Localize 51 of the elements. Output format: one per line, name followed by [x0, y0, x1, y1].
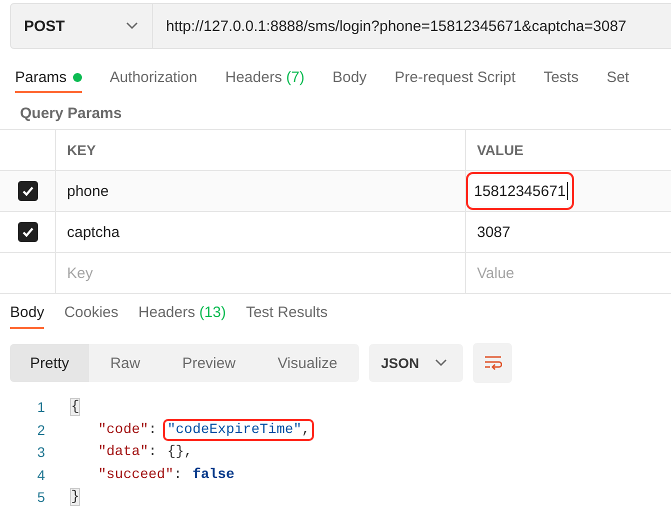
- response-tab[interactable]: Test Results: [246, 304, 328, 329]
- json-value: false: [191, 466, 236, 484]
- request-tab[interactable]: Params: [15, 65, 82, 93]
- request-tab[interactable]: Authorization: [110, 65, 198, 93]
- code-punctuation: :: [174, 466, 182, 483]
- line-number: 4: [36, 466, 46, 483]
- param-key: phone: [67, 182, 109, 200]
- value-field[interactable]: Value: [477, 264, 627, 282]
- request-tab[interactable]: Headers (7): [225, 65, 304, 93]
- wrap-lines-button[interactable]: [473, 343, 512, 383]
- key-field[interactable]: Key: [67, 264, 217, 282]
- json-key: "code": [98, 422, 148, 438]
- json-value: "codeExpireTime",: [165, 420, 312, 439]
- section-title: Query Params: [19, 104, 123, 124]
- response-tab[interactable]: Cookies: [64, 304, 118, 329]
- code-punctuation: :: [148, 422, 157, 438]
- value-field[interactable]: 15812345671: [470, 176, 570, 206]
- request-tab[interactable]: Pre-request Script: [394, 65, 516, 93]
- request-tab[interactable]: Tests: [544, 65, 579, 93]
- chevron-down-icon: [435, 359, 448, 367]
- code-brace: }: [70, 488, 80, 506]
- check-icon: [20, 225, 34, 239]
- response-tab[interactable]: Headers (13): [138, 304, 226, 329]
- code-punctuation: :: [148, 444, 157, 460]
- view-mode-tab[interactable]: Pretty: [10, 344, 90, 382]
- line-number: 1: [36, 399, 46, 416]
- param-value: 3087: [477, 224, 510, 240]
- request-tab[interactable]: Body: [332, 65, 367, 93]
- param-key: captcha: [67, 224, 120, 240]
- column-header: KEY: [67, 142, 96, 158]
- view-mode-tab[interactable]: Raw: [89, 344, 162, 382]
- view-mode-tab[interactable]: Preview: [161, 344, 257, 382]
- format-dropdown[interactable]: JSON: [369, 344, 463, 382]
- column-header: VALUE: [477, 142, 524, 158]
- response-tab[interactable]: Body: [10, 304, 44, 329]
- method-dropdown[interactable]: POST: [10, 3, 153, 49]
- checkbox[interactable]: [18, 222, 38, 242]
- url-field[interactable]: http://127.0.0.1:8888/sms/login?phone=15812345671&captcha=3087: [153, 3, 671, 49]
- request-tab[interactable]: Set: [606, 65, 630, 93]
- check-icon: [20, 184, 34, 198]
- line-number: 5: [36, 489, 46, 506]
- view-mode-tab[interactable]: Visualize: [256, 344, 358, 382]
- wrap-lines-icon: [484, 355, 502, 371]
- json-key: "succeed": [98, 466, 174, 483]
- checkbox[interactable]: [18, 181, 38, 201]
- chevron-down-icon: [126, 22, 138, 30]
- json-value: {},: [166, 443, 194, 462]
- code-brace: {: [70, 398, 80, 416]
- line-number: 2: [36, 422, 46, 438]
- line-number: 3: [36, 444, 46, 460]
- json-key: "data": [98, 444, 148, 460]
